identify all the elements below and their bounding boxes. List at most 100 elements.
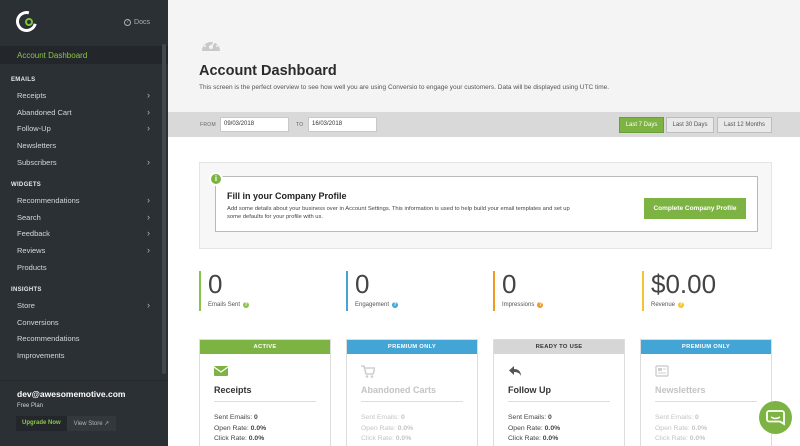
range-last-7-days-button[interactable]: Last 7 Days bbox=[619, 117, 664, 133]
click-rate-label: Click Rate: bbox=[655, 435, 688, 442]
chevron-right-icon: › bbox=[147, 106, 150, 117]
open-rate-label: Open Rate: bbox=[361, 424, 396, 432]
sidebar-item-label: Recommendations bbox=[17, 195, 80, 205]
to-label: TO bbox=[296, 122, 304, 128]
sent-emails-label: Sent Emails: bbox=[655, 414, 694, 421]
sidebar-item-products[interactable]: Products bbox=[0, 259, 168, 276]
feature-card-follow-up[interactable]: READY TO USE Follow Up Sent Emails: 0 Op… bbox=[493, 339, 625, 446]
conversio-logo-icon[interactable] bbox=[12, 7, 41, 36]
sidebar-item-label: Abandoned Cart bbox=[17, 107, 72, 117]
feature-name: Newsletters bbox=[655, 385, 706, 395]
feature-card-newsletters[interactable]: PREMIUM ONLY Newsletters Sent Emails: 0 … bbox=[640, 339, 772, 446]
account-plan: Free Plan bbox=[17, 403, 44, 409]
stat-label: Impressions bbox=[502, 302, 535, 308]
date-filter-bar: FROM 09/03/2018 TO 16/03/2018 Last 7 Day… bbox=[168, 112, 800, 137]
status-badge: PREMIUM ONLY bbox=[641, 340, 771, 354]
help-icon: ? bbox=[124, 18, 132, 26]
status-badge: READY TO USE bbox=[494, 340, 624, 354]
from-label: FROM bbox=[200, 122, 216, 128]
section-title-widgets: WIDGETS bbox=[11, 181, 42, 188]
sidebar-item-label: Products bbox=[17, 263, 47, 273]
sidebar-item-receipts[interactable]: Receipts › bbox=[0, 87, 168, 104]
to-date-input[interactable]: 16/03/2018 bbox=[308, 117, 377, 132]
docs-link[interactable]: ? Docs bbox=[124, 18, 150, 26]
sidebar-item-newsletters[interactable]: Newsletters bbox=[0, 137, 168, 154]
chat-button[interactable] bbox=[759, 401, 792, 434]
sidebar-item-abandoned-cart[interactable]: Abandoned Cart › bbox=[0, 104, 168, 121]
click-rate-label: Click Rate: bbox=[508, 435, 541, 442]
chevron-right-icon: › bbox=[147, 194, 150, 205]
complete-company-profile-button[interactable]: Complete Company Profile bbox=[644, 198, 746, 219]
from-date-input[interactable]: 09/03/2018 bbox=[220, 117, 289, 132]
sidebar-item-store[interactable]: Store › bbox=[0, 297, 168, 314]
view-store-button[interactable]: View Store ↗ bbox=[66, 416, 117, 431]
click-rate-label: Click Rate: bbox=[361, 435, 394, 442]
sidebar-item-subscribers[interactable]: Subscribers › bbox=[0, 154, 168, 171]
feature-card-abandoned-carts[interactable]: PREMIUM ONLY Abandoned Carts Sent Emails… bbox=[346, 339, 478, 446]
range-last-12-months-button[interactable]: Last 12 Months bbox=[717, 117, 772, 133]
sidebar: ? Docs Account Dashboard EMAILS Receipts… bbox=[0, 0, 168, 446]
chat-bubble-icon bbox=[766, 410, 785, 426]
open-rate-value: 0.0% bbox=[397, 424, 414, 432]
section-title-insights: INSIGHTS bbox=[11, 286, 42, 293]
sidebar-item-label: Follow-Up bbox=[17, 124, 51, 134]
page-description: This screen is the perfect overview to s… bbox=[199, 84, 610, 91]
feature-card-receipts[interactable]: ACTIVE Receipts Sent Emails: 0 Open Rate… bbox=[199, 339, 331, 446]
sidebar-header: ? Docs bbox=[0, 0, 168, 44]
sidebar-item-label: Recommendations bbox=[17, 334, 80, 344]
stat-revenue: $0.00 Revenue? bbox=[642, 271, 772, 311]
stat-impressions: 0 Impressions? bbox=[493, 271, 623, 311]
sidebar-item-account-dashboard[interactable]: Account Dashboard bbox=[0, 46, 168, 64]
info-icon: i bbox=[209, 172, 223, 186]
stat-value: $0.00 bbox=[651, 269, 717, 299]
dashboard-gauge-icon bbox=[202, 38, 220, 51]
profile-text: Add some details about your business ove… bbox=[227, 206, 570, 220]
feature-name: Abandoned Carts bbox=[361, 385, 437, 395]
sidebar-item-reviews[interactable]: Reviews › bbox=[0, 242, 168, 259]
sidebar-item-label: Subscribers bbox=[17, 158, 57, 168]
feature-name: Follow Up bbox=[508, 385, 551, 395]
stat-label: Emails Sent bbox=[208, 302, 241, 308]
sidebar-item-improvements[interactable]: Improvements bbox=[0, 347, 168, 364]
sidebar-item-label: Reviews bbox=[17, 246, 46, 256]
sidebar-item-label: Improvements bbox=[17, 351, 65, 361]
page-header: Account Dashboard This screen is the per… bbox=[168, 0, 800, 112]
help-icon[interactable]: ? bbox=[243, 302, 250, 308]
sidebar-item-insight-recommendations[interactable]: Recommendations bbox=[0, 331, 168, 348]
sent-emails-label: Sent Emails: bbox=[361, 414, 400, 421]
help-icon[interactable]: ? bbox=[678, 302, 685, 308]
profile-title: Fill in your Company Profile bbox=[227, 191, 347, 201]
sent-emails-value: 0 bbox=[401, 414, 405, 421]
sidebar-item-search[interactable]: Search › bbox=[0, 209, 168, 226]
help-icon[interactable]: ? bbox=[392, 302, 399, 308]
chevron-right-icon: › bbox=[147, 245, 150, 256]
newspaper-icon bbox=[655, 365, 669, 377]
sent-emails-label: Sent Emails: bbox=[214, 414, 253, 421]
open-rate-value: 0.0% bbox=[250, 424, 267, 432]
company-profile-card: i Fill in your Company Profile Add some … bbox=[199, 162, 772, 249]
sent-emails-value: 0 bbox=[254, 414, 258, 421]
sidebar-item-feedback[interactable]: Feedback › bbox=[0, 226, 168, 243]
sent-emails-label: Sent Emails: bbox=[508, 414, 547, 421]
sidebar-item-label: Feedback bbox=[17, 229, 50, 239]
account-email: dev@awesomemotive.com bbox=[17, 389, 126, 399]
click-rate-value: 0.0% bbox=[395, 435, 412, 442]
sidebar-item-recommendations[interactable]: Recommendations › bbox=[0, 192, 168, 209]
sidebar-item-follow-up[interactable]: Follow-Up › bbox=[0, 121, 168, 138]
upgrade-now-button[interactable]: Upgrade Now bbox=[16, 416, 67, 431]
external-link-icon: ↗ bbox=[104, 421, 110, 427]
help-icon[interactable]: ? bbox=[537, 302, 544, 308]
chevron-right-icon: › bbox=[147, 157, 150, 168]
feature-stats: Sent Emails: 0 Open Rate: 0.0% Click Rat… bbox=[214, 413, 266, 445]
account-panel: dev@awesomemotive.com Free Plan Upgrade … bbox=[0, 380, 168, 446]
sidebar-scrollbar[interactable] bbox=[162, 44, 166, 374]
feature-stats: Sent Emails: 0 Open Rate: 0.0% Click Rat… bbox=[508, 413, 560, 445]
sidebar-item-label: Newsletters bbox=[17, 141, 57, 151]
sidebar-item-label: Account Dashboard bbox=[17, 50, 88, 60]
sidebar-item-conversions[interactable]: Conversions bbox=[0, 314, 168, 331]
sidebar-item-label: Conversions bbox=[17, 317, 59, 327]
click-rate-value: 0.0% bbox=[248, 435, 265, 442]
docs-label: Docs bbox=[134, 18, 150, 26]
range-last-30-days-button[interactable]: Last 30 Days bbox=[666, 117, 714, 133]
page-title: Account Dashboard bbox=[199, 63, 337, 79]
